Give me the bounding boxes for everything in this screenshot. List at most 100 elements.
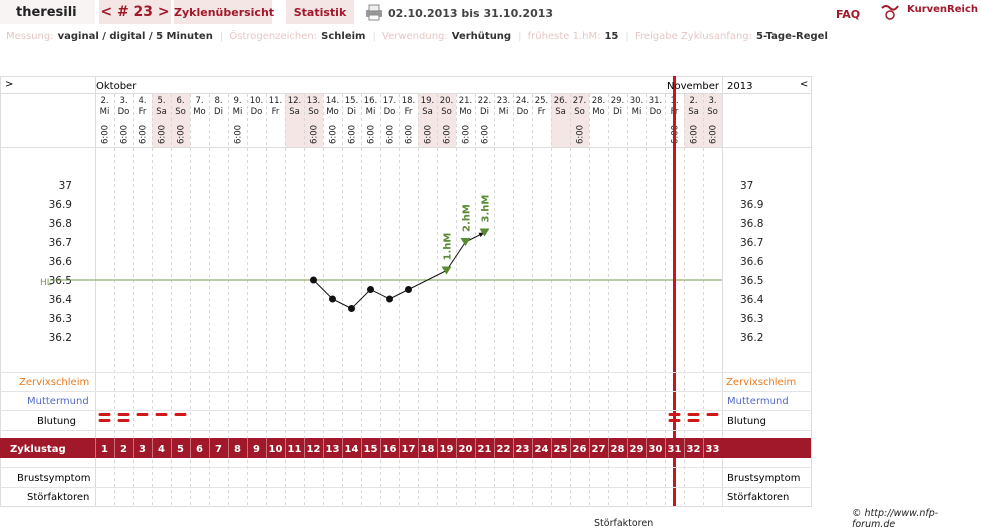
temp-label-left: 36.8 [49, 218, 72, 230]
measure-time: 6:00 [329, 125, 339, 144]
day-number: 4. [138, 96, 146, 106]
day-number: 5. [157, 96, 165, 106]
copyright: © http://www.nfp-forum.de [852, 508, 939, 530]
temp-label-right: 36.5 [740, 275, 763, 287]
day-number: 25. [535, 96, 549, 106]
cycle-day-number: 8 [234, 444, 241, 455]
day-weekday: So [175, 107, 186, 117]
temp-label-right: 36.3 [740, 313, 763, 325]
cycle-day-number: 17 [402, 444, 416, 455]
temp-label-right: 36.6 [740, 256, 764, 268]
nav-prev-arrow[interactable]: > [5, 79, 13, 90]
measure-time: 6:00 [443, 125, 453, 144]
day-weekday: Mi [100, 107, 110, 117]
temp-label-left: 36.6 [49, 256, 73, 268]
measure-time: 6:00 [367, 125, 377, 144]
bleeding-mark [687, 413, 700, 416]
row-label-stoerfaktoren: Störfaktoren [27, 492, 89, 503]
temperature-point [405, 286, 412, 293]
measure-time: 6:00 [234, 125, 244, 144]
day-weekday: Fr [405, 107, 413, 117]
cycle-day-number: 20 [459, 444, 473, 455]
temp-label-left: 36.3 [49, 313, 72, 325]
day-number: 8. [214, 96, 222, 106]
high-temp-marker [441, 266, 452, 275]
cycle-day-number: 2 [120, 444, 127, 455]
cycle-day-number: 1 [101, 444, 108, 455]
measure-time: 6:00 [462, 125, 472, 144]
measure-time: 6:00 [101, 125, 111, 144]
cycle-day-number: 19 [440, 444, 454, 455]
day-weekday: Di [214, 107, 223, 117]
day-number: 22. [478, 96, 492, 106]
day-number: 12. [288, 96, 302, 106]
temp-label-left: 36.2 [49, 332, 72, 344]
row-label-zyklustag: Zyklustag [10, 444, 66, 455]
temperature-point [329, 295, 336, 303]
nav-next-arrow[interactable]: < [800, 79, 808, 90]
temp-label-left: 36.5 [49, 275, 72, 287]
day-number: 3. [708, 96, 716, 106]
day-weekday: Sa [688, 107, 699, 117]
row-label-muttermund: Muttermund [27, 396, 89, 407]
cycle-day-number: 14 [345, 444, 359, 455]
row-label-zervixschleim: Zervixschleim [19, 377, 89, 388]
high-measurement-label: 3.hM [481, 195, 492, 223]
day-number: 18. [402, 96, 416, 106]
day-weekday: Do [251, 107, 263, 117]
day-number: 28. [592, 96, 606, 106]
day-number: 14. [326, 96, 340, 106]
day-number: 29. [611, 96, 625, 106]
cycle-day-number: 33 [706, 444, 720, 455]
day-number: 27. [573, 96, 587, 106]
cycle-chart: 2.Mi6:003.Do6:004.Fr6:005.Sa6:006.So6:00… [0, 76, 812, 507]
bleeding-mark [174, 413, 187, 416]
day-weekday: Mo [459, 107, 472, 117]
measure-time: 6:00 [576, 125, 586, 144]
day-weekday: Mi [499, 107, 509, 117]
cycle-day-number: 3 [139, 444, 146, 455]
temperature-point [367, 286, 374, 293]
cycle-day-number: 31 [668, 444, 682, 455]
cycle-day-number: 25 [554, 444, 568, 455]
cycle-day-number: 30 [649, 444, 663, 455]
row-label-muttermund-right: Muttermund [727, 396, 789, 407]
high-measurement-label: 1.hM [443, 233, 454, 261]
year-label: 2013 [727, 81, 752, 92]
cycle-day-number: 10 [269, 444, 283, 455]
day-number: 16. [364, 96, 378, 106]
temp-label-right: 36.7 [740, 237, 763, 249]
day-weekday: Mi [632, 107, 642, 117]
day-weekday: So [308, 107, 319, 117]
month-november: November [667, 81, 720, 92]
day-weekday: Do [384, 107, 396, 117]
temperature-curve [50, 232, 722, 309]
day-weekday: So [707, 107, 718, 117]
cycle-day-number: 32 [687, 444, 701, 455]
high-measurement-label: 2.hM [462, 204, 473, 232]
day-number: 15. [345, 96, 359, 106]
temp-label-left: 36.4 [49, 294, 73, 306]
temp-label-right: 37 [740, 180, 753, 192]
day-weekday: So [441, 107, 452, 117]
measure-time: 6:00 [424, 125, 434, 144]
cycle-day-number: 27 [592, 444, 606, 455]
measure-time: 6:00 [405, 125, 415, 144]
cycle-day-number: 11 [288, 444, 302, 455]
high-temp-marker [460, 238, 471, 246]
measure-time: 6:00 [481, 125, 491, 144]
row-label-stoerfaktoren-right: Störfaktoren [727, 492, 789, 503]
day-number: 23. [497, 96, 511, 106]
day-number: 2. [689, 96, 697, 106]
row-label-blutung-right: Blutung [727, 416, 766, 427]
day-number: 30. [630, 96, 644, 106]
footer-cut-label: Störfaktoren [594, 518, 654, 529]
measure-time: 6:00 [177, 125, 187, 144]
measure-time: 6:00 [690, 125, 700, 144]
day-weekday: Fr [272, 107, 280, 117]
cycle-day-number: 28 [611, 444, 625, 455]
measure-time: 6:00 [310, 125, 320, 144]
bleeding-mark [98, 413, 111, 416]
day-weekday: Mo [326, 107, 339, 117]
day-weekday: Di [613, 107, 622, 117]
